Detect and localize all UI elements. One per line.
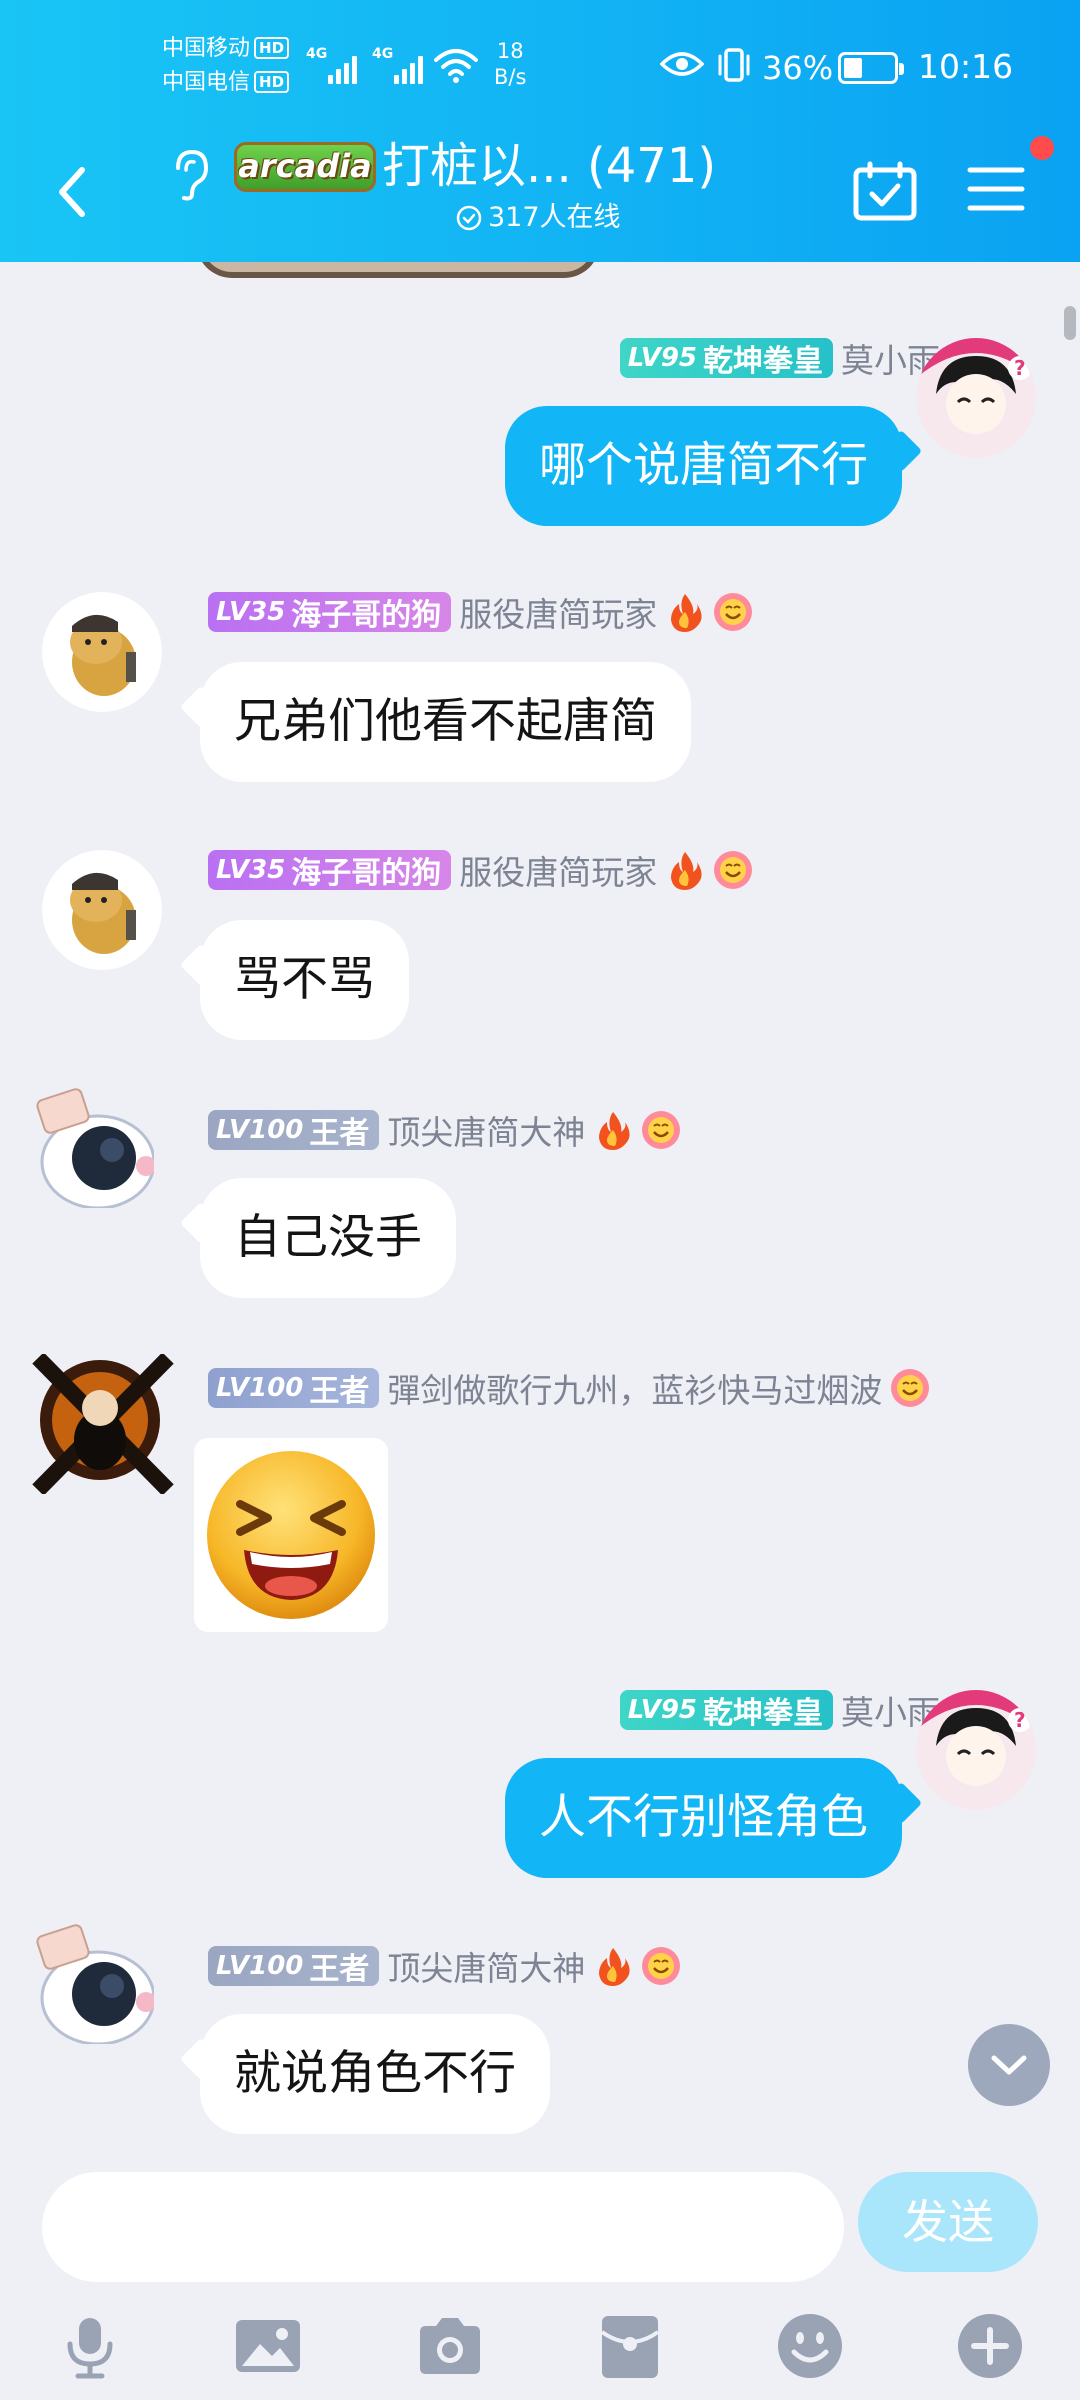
svg-text:?: ? bbox=[1014, 1708, 1026, 1732]
smile-medal-icon bbox=[714, 593, 753, 631]
red-packet-icon[interactable] bbox=[596, 2312, 664, 2380]
message-meta: LV35 海子哥的狗 服役唐简玩家 bbox=[208, 590, 753, 634]
avatar[interactable]: ? bbox=[916, 338, 1036, 458]
avatar[interactable] bbox=[42, 850, 162, 970]
notification-dot bbox=[1030, 136, 1054, 160]
sender-nickname[interactable]: 彈剑做歌行九州，蓝衫快马过烟波 bbox=[387, 1364, 882, 1412]
fire-icon bbox=[599, 1948, 630, 1986]
sender-nickname[interactable]: 服役唐简玩家 bbox=[459, 588, 657, 636]
battery-icon bbox=[838, 52, 904, 84]
smile-medal-icon bbox=[714, 851, 753, 889]
level-badge: LV100 王者 bbox=[208, 1368, 380, 1409]
hd-badge: HD bbox=[254, 37, 290, 59]
microphone-icon[interactable] bbox=[56, 2312, 124, 2380]
menu-icon[interactable] bbox=[966, 164, 1026, 214]
chat-area[interactable]: LV95 乾坤拳皇 莫小雨 ? 哪个说唐简不行 LV35 海子哥的狗 服役唐简玩家 bbox=[0, 262, 1080, 2152]
message-meta: LV100 王者 彈剑做歌行九州，蓝衫快马过烟波 bbox=[208, 1366, 930, 1410]
message-input[interactable] bbox=[42, 2172, 844, 2282]
online-count-label: 317人在线 bbox=[488, 202, 621, 233]
online-count[interactable]: 317人在线 bbox=[456, 200, 621, 236]
image-icon[interactable] bbox=[234, 2312, 302, 2380]
level-badge: LV35 海子哥的狗 bbox=[208, 850, 452, 891]
avatar[interactable] bbox=[28, 1354, 178, 1494]
clock: 10:16 bbox=[918, 47, 1014, 86]
online-check-icon bbox=[456, 205, 482, 231]
level-badge: LV95 乾坤拳皇 bbox=[619, 338, 833, 379]
smile-medal-icon bbox=[642, 1111, 681, 1149]
composer: 发送 bbox=[0, 2152, 1080, 2400]
status-bar: 中国移动 HD 中国电信 HD 4G 4G 18 B/s 36% 10:16 bbox=[0, 0, 1080, 130]
chevron-down-icon bbox=[991, 2055, 1027, 2075]
message-meta: LV35 海子哥的狗 服役唐简玩家 bbox=[208, 848, 753, 892]
smile-medal-icon bbox=[642, 1947, 681, 1985]
battery-percent: 36% bbox=[762, 49, 834, 87]
previous-image-message[interactable] bbox=[196, 262, 600, 278]
back-arrow-icon[interactable] bbox=[52, 162, 92, 222]
vibrate-icon bbox=[718, 48, 750, 82]
carrier-1: 中国移动 HD bbox=[162, 34, 290, 64]
send-button[interactable]: 发送 bbox=[858, 2172, 1038, 2272]
carrier-2: 中国电信 HD bbox=[162, 68, 290, 98]
top-header: 中国移动 HD 中国电信 HD 4G 4G 18 B/s 36% 10:16 a… bbox=[0, 0, 1080, 262]
level-badge: LV100 王者 bbox=[208, 1946, 380, 1987]
message-bubble[interactable]: 人不行别怪角色 bbox=[505, 1758, 902, 1878]
laughing-face-icon bbox=[207, 1451, 375, 1619]
net-speed: 18 B/s bbox=[494, 39, 527, 89]
laughing-sticker[interactable] bbox=[194, 1438, 388, 1632]
calendar-checkin-icon[interactable] bbox=[852, 160, 918, 222]
avatar[interactable]: ? bbox=[916, 1690, 1036, 1810]
emoji-icon[interactable] bbox=[776, 2312, 844, 2380]
fire-icon bbox=[671, 594, 702, 632]
earpiece-mode-icon[interactable] bbox=[168, 148, 212, 202]
camera-icon[interactable] bbox=[416, 2312, 484, 2380]
group-game-badge: arcadia bbox=[234, 142, 376, 192]
hd-badge: HD bbox=[254, 71, 290, 93]
eye-comfort-icon bbox=[660, 52, 704, 76]
sender-nickname[interactable]: 顶尖唐简大神 bbox=[387, 1106, 585, 1154]
message-meta: LV95 乾坤拳皇 莫小雨 bbox=[619, 336, 940, 380]
plus-icon[interactable] bbox=[956, 2312, 1024, 2380]
level-badge: LV100 王者 bbox=[208, 1110, 380, 1151]
scroll-to-bottom-button[interactable] bbox=[968, 2024, 1050, 2106]
smile-medal-icon bbox=[891, 1369, 930, 1407]
level-badge: LV35 海子哥的狗 bbox=[208, 592, 452, 633]
fire-icon bbox=[671, 852, 702, 890]
fire-icon bbox=[599, 1112, 630, 1150]
message-bubble[interactable]: 哪个说唐简不行 bbox=[505, 406, 902, 526]
message-meta: LV100 王者 顶尖唐简大神 bbox=[208, 1944, 681, 1988]
avatar[interactable] bbox=[34, 1088, 154, 1208]
message-meta: LV95 乾坤拳皇 莫小雨 bbox=[619, 1688, 940, 1732]
group-title[interactable]: 打桩以... (471) bbox=[382, 136, 716, 196]
avatar[interactable] bbox=[34, 1924, 154, 2044]
message-bubble[interactable]: 自己没手 bbox=[200, 1178, 456, 1298]
svg-text:?: ? bbox=[1014, 356, 1026, 380]
scrollbar[interactable] bbox=[1064, 306, 1076, 340]
wifi-icon bbox=[434, 49, 478, 83]
level-badge: LV95 乾坤拳皇 bbox=[619, 1690, 833, 1731]
message-bubble[interactable]: 兄弟们他看不起唐简 bbox=[200, 662, 691, 782]
avatar[interactable] bbox=[42, 592, 162, 712]
message-meta: LV100 王者 顶尖唐简大神 bbox=[208, 1108, 681, 1152]
nav-bar: arcadia 打桩以... (471) 317人在线 bbox=[0, 130, 1080, 262]
sender-nickname[interactable]: 服役唐简玩家 bbox=[459, 846, 657, 894]
input-toolbar bbox=[0, 2296, 1080, 2400]
message-bubble[interactable]: 骂不骂 bbox=[200, 920, 409, 1040]
message-bubble[interactable]: 就说角色不行 bbox=[200, 2014, 550, 2134]
sender-nickname[interactable]: 顶尖唐简大神 bbox=[387, 1942, 585, 1990]
